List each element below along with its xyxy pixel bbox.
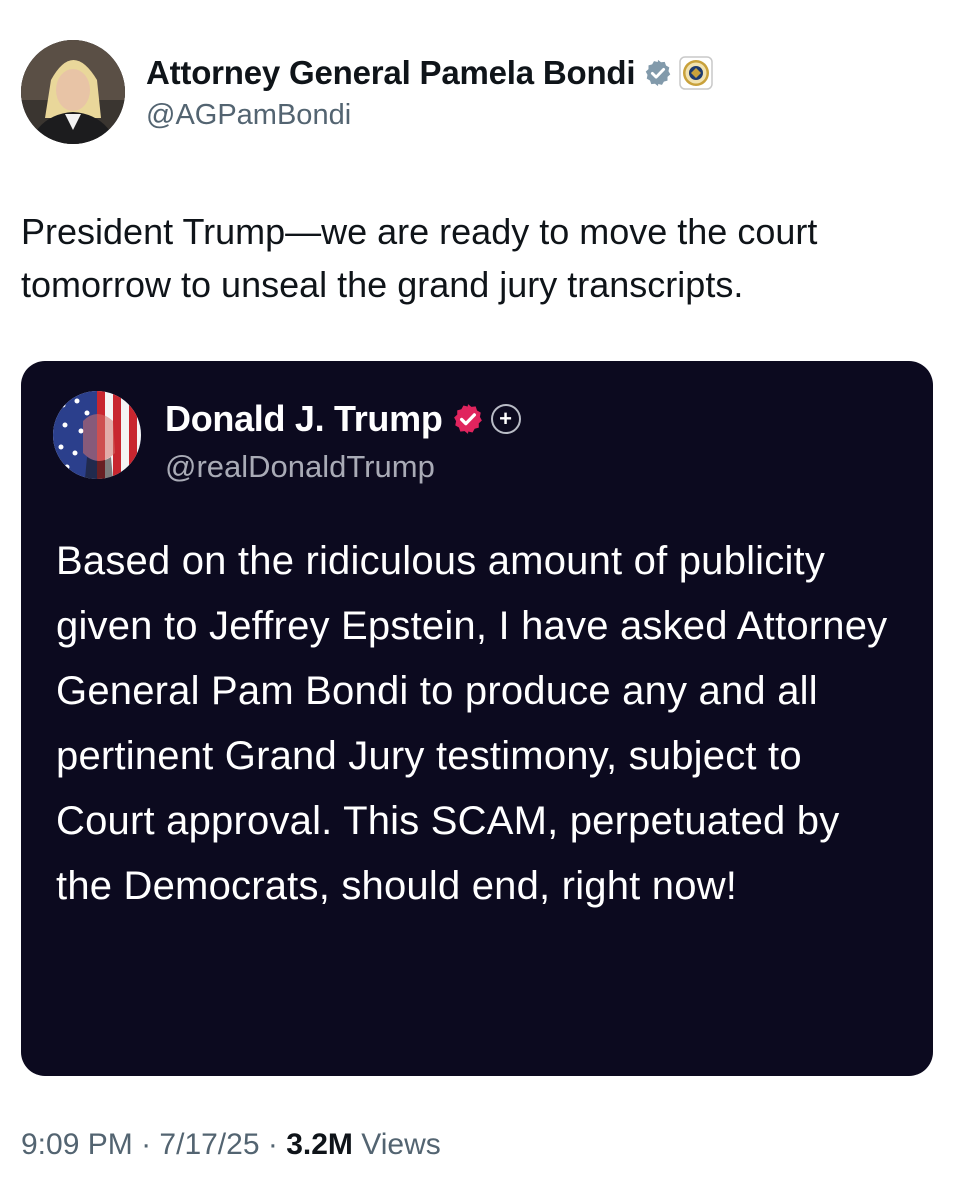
views-count: 3.2M [286,1128,353,1161]
author-name-row: Attorney General Pamela Bondi [146,51,714,95]
quoted-author-name-row: Donald J. Trump + [165,396,521,442]
meta-separator: · [141,1128,152,1161]
post-time[interactable]: 9:09 PM [21,1128,133,1161]
tweet-text: President Trump—we are ready to move the… [21,211,818,305]
plus-circle-icon[interactable]: + [490,404,521,434]
quoted-author-display-name[interactable]: Donald J. Trump [165,398,443,440]
post-date[interactable]: 7/17/25 [159,1128,259,1161]
author-handle[interactable]: @AGPamBondi [146,99,351,132]
quoted-author-handle[interactable]: @realDonaldTrump [165,449,435,485]
post-meta-row: 9:09 PM · 7/17/25 · 3.2M Views [21,1128,441,1162]
verified-badge-grey-icon[interactable] [643,58,673,88]
quoted-post-text: Based on the ridiculous amount of public… [56,539,888,908]
author-avatar[interactable] [21,40,125,144]
verified-badge-red-icon[interactable] [451,402,485,436]
quoted-post-card[interactable]: Donald J. Trump + @realDonaldTrump Based… [21,361,933,1076]
views-label: Views [361,1128,441,1161]
quoted-author-avatar[interactable] [53,391,141,479]
meta-separator: · [267,1128,278,1161]
author-display-name[interactable]: Attorney General Pamela Bondi [146,54,636,92]
doj-seal-icon[interactable] [679,56,714,90]
